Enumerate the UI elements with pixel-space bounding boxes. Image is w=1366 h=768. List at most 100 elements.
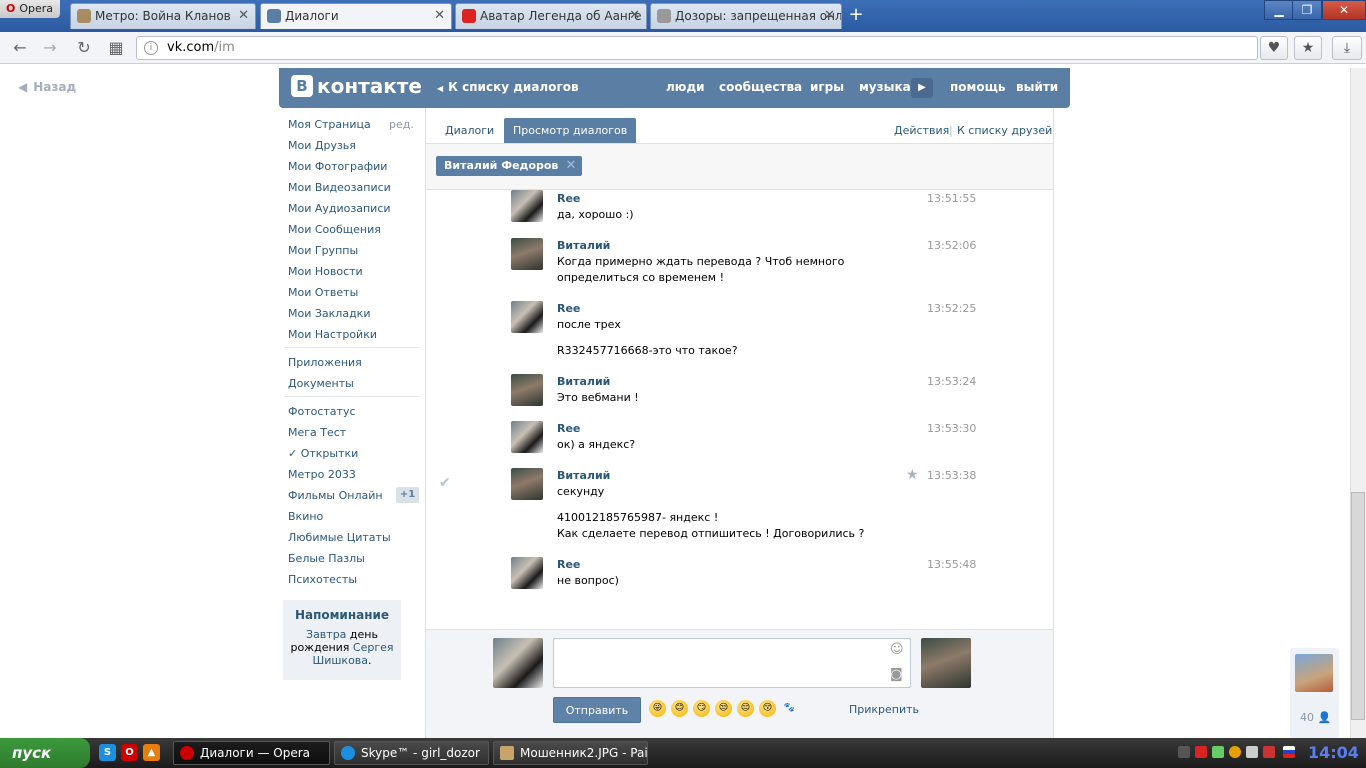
actions-link[interactable]: Действия [894,124,949,137]
tomorrow-link[interactable]: Завтра [306,628,346,641]
address-field[interactable]: i vk.com/im [136,36,1258,60]
message-author[interactable]: Виталий [557,375,610,388]
message-time[interactable]: 13:53:30 [927,422,976,435]
to-friends-link[interactable]: К списку друзей [957,124,1052,137]
nav-logout[interactable]: выйти [1016,80,1058,94]
message-time[interactable]: 13:51:55 [927,192,976,205]
emoji-7[interactable]: 🐾 [781,700,798,717]
avatar[interactable] [511,374,543,406]
avatar[interactable] [511,421,543,453]
menu-documents[interactable]: Документы [288,377,354,390]
attach-link[interactable]: Прикрепить [849,703,919,716]
site-info-icon[interactable]: i [144,41,158,55]
message-time[interactable]: 13:53:38 [927,469,976,482]
download-icon[interactable]: ⤓ [1332,36,1362,60]
tray-arrow-icon[interactable] [1178,746,1190,758]
emoji-1[interactable]: 😜 [649,700,666,717]
minimize-button[interactable]: ▁ [1264,0,1294,20]
message-time[interactable]: 13:52:25 [927,302,976,315]
nav-music[interactable]: музыка [859,80,911,94]
back-link[interactable]: ◀ Назад [18,80,76,94]
start-button[interactable]: пуск [0,738,90,768]
menu-videos[interactable]: Мои Видеозаписи [288,181,391,194]
play-icon[interactable]: ▶ [911,78,933,98]
edit-link[interactable]: ред. [389,118,414,131]
emoji-4[interactable]: 😒 [715,700,732,717]
message-author[interactable]: Виталий [557,239,610,252]
avatar[interactable] [511,557,543,589]
menu-groups[interactable]: Мои Группы [288,244,358,257]
close-icon[interactable]: ✕ [629,4,640,28]
tab-metro[interactable]: Метро: Война Кланов ✕ [70,3,256,29]
message-time[interactable]: 13:52:06 [927,239,976,252]
avatar[interactable] [511,301,543,333]
menu-quotes[interactable]: Любимые Цитаты [288,531,391,544]
menu-films-online[interactable]: Фильмы Онлайн [288,489,383,502]
skype-icon[interactable]: S [99,744,116,761]
tray-icon[interactable] [1229,746,1241,758]
reload-icon[interactable]: ↻ [72,38,96,58]
menu-postcards[interactable]: ✓ Открытки [288,447,358,460]
menu-bookmarks[interactable]: Мои Закладки [288,307,370,320]
close-icon[interactable]: ✕ [434,4,445,28]
signal-icon[interactable] [1212,746,1224,758]
menu-photostatus[interactable]: Фотостатус [288,405,356,418]
avatar[interactable] [511,190,543,222]
message-author[interactable]: Ree [557,302,580,315]
message-author[interactable]: Виталий [557,469,610,482]
nav-help[interactable]: помощь [950,80,1005,94]
close-icon[interactable]: ✕ [824,4,835,28]
peer-chip[interactable]: Виталий Федоров ✕ [436,156,583,176]
menu-settings[interactable]: Мои Настройки [288,328,377,341]
message-time[interactable]: 13:55:48 [927,558,976,571]
camera-icon[interactable]: ◙ [890,667,903,682]
menu-puzzles[interactable]: Белые Пазлы [288,552,365,565]
tab-dialogs[interactable]: Диалоги ✕ [260,3,452,29]
speed-dial-icon[interactable]: ▦ [104,38,128,58]
menu-photos[interactable]: Мои Фотографии [288,160,387,173]
vk-logo[interactable]: Вконтакте [291,74,422,100]
close-icon[interactable]: ✕ [238,4,249,28]
widget-count[interactable]: 40 👤 [1300,711,1331,724]
message-input[interactable] [553,638,911,688]
star-icon[interactable]: ★ [906,467,919,483]
volume-icon[interactable] [1246,746,1258,758]
smiley-icon[interactable]: ☺ [890,642,904,657]
menu-my-page[interactable]: Моя Страница [288,118,371,131]
scrollbar-thumb[interactable] [1351,492,1365,720]
new-tab-button[interactable]: + [846,6,866,26]
menu-news[interactable]: Мои Новости [288,265,363,278]
close-window-button[interactable]: ✕ [1322,0,1366,20]
emoji-5[interactable]: 😔 [737,700,754,717]
tray-icon[interactable] [1263,746,1275,758]
tab-view-dialogs[interactable]: Просмотр диалогов [504,118,637,144]
tab-dialogs[interactable]: Диалоги [436,118,503,144]
widget-thumbnail[interactable] [1295,654,1333,692]
heart-icon[interactable]: ♥ [1260,36,1288,60]
task-opera[interactable]: Диалоги — Opera [173,741,330,765]
check-icon[interactable]: ✔ [439,475,451,491]
nav-communities[interactable]: сообщества [719,80,802,94]
forward-arrow-icon[interactable]: → [38,38,62,58]
avatar[interactable] [511,238,543,270]
message-author[interactable]: Ree [557,192,580,205]
my-avatar[interactable] [493,638,543,688]
back-arrow-icon[interactable]: ← [8,38,32,58]
tab-dozory[interactable]: Дозоры: запрещенная онлайн✕ [650,3,842,29]
close-icon[interactable]: ✕ [566,156,577,176]
menu-vkino[interactable]: Вкино [288,510,323,523]
menu-metro-2033[interactable]: Метро 2033 [288,468,356,481]
language-icon[interactable] [1283,746,1295,758]
nav-people[interactable]: люди [666,80,705,94]
message-author[interactable]: Ree [557,422,580,435]
emoji-3[interactable]: 😏 [693,700,710,717]
task-paint[interactable]: Мошенник2.JPG - Paint [493,741,648,765]
vlc-icon[interactable]: ▲ [143,744,160,761]
avatar[interactable] [511,468,543,500]
task-skype[interactable]: Skype™ - girl_dozor [334,741,489,765]
nav-games[interactable]: игры [810,80,844,94]
message-time[interactable]: 13:53:24 [927,375,976,388]
send-button[interactable]: Отправить [553,697,641,723]
message-author[interactable]: Ree [557,558,580,571]
emoji-2[interactable]: 😊 [671,700,688,717]
